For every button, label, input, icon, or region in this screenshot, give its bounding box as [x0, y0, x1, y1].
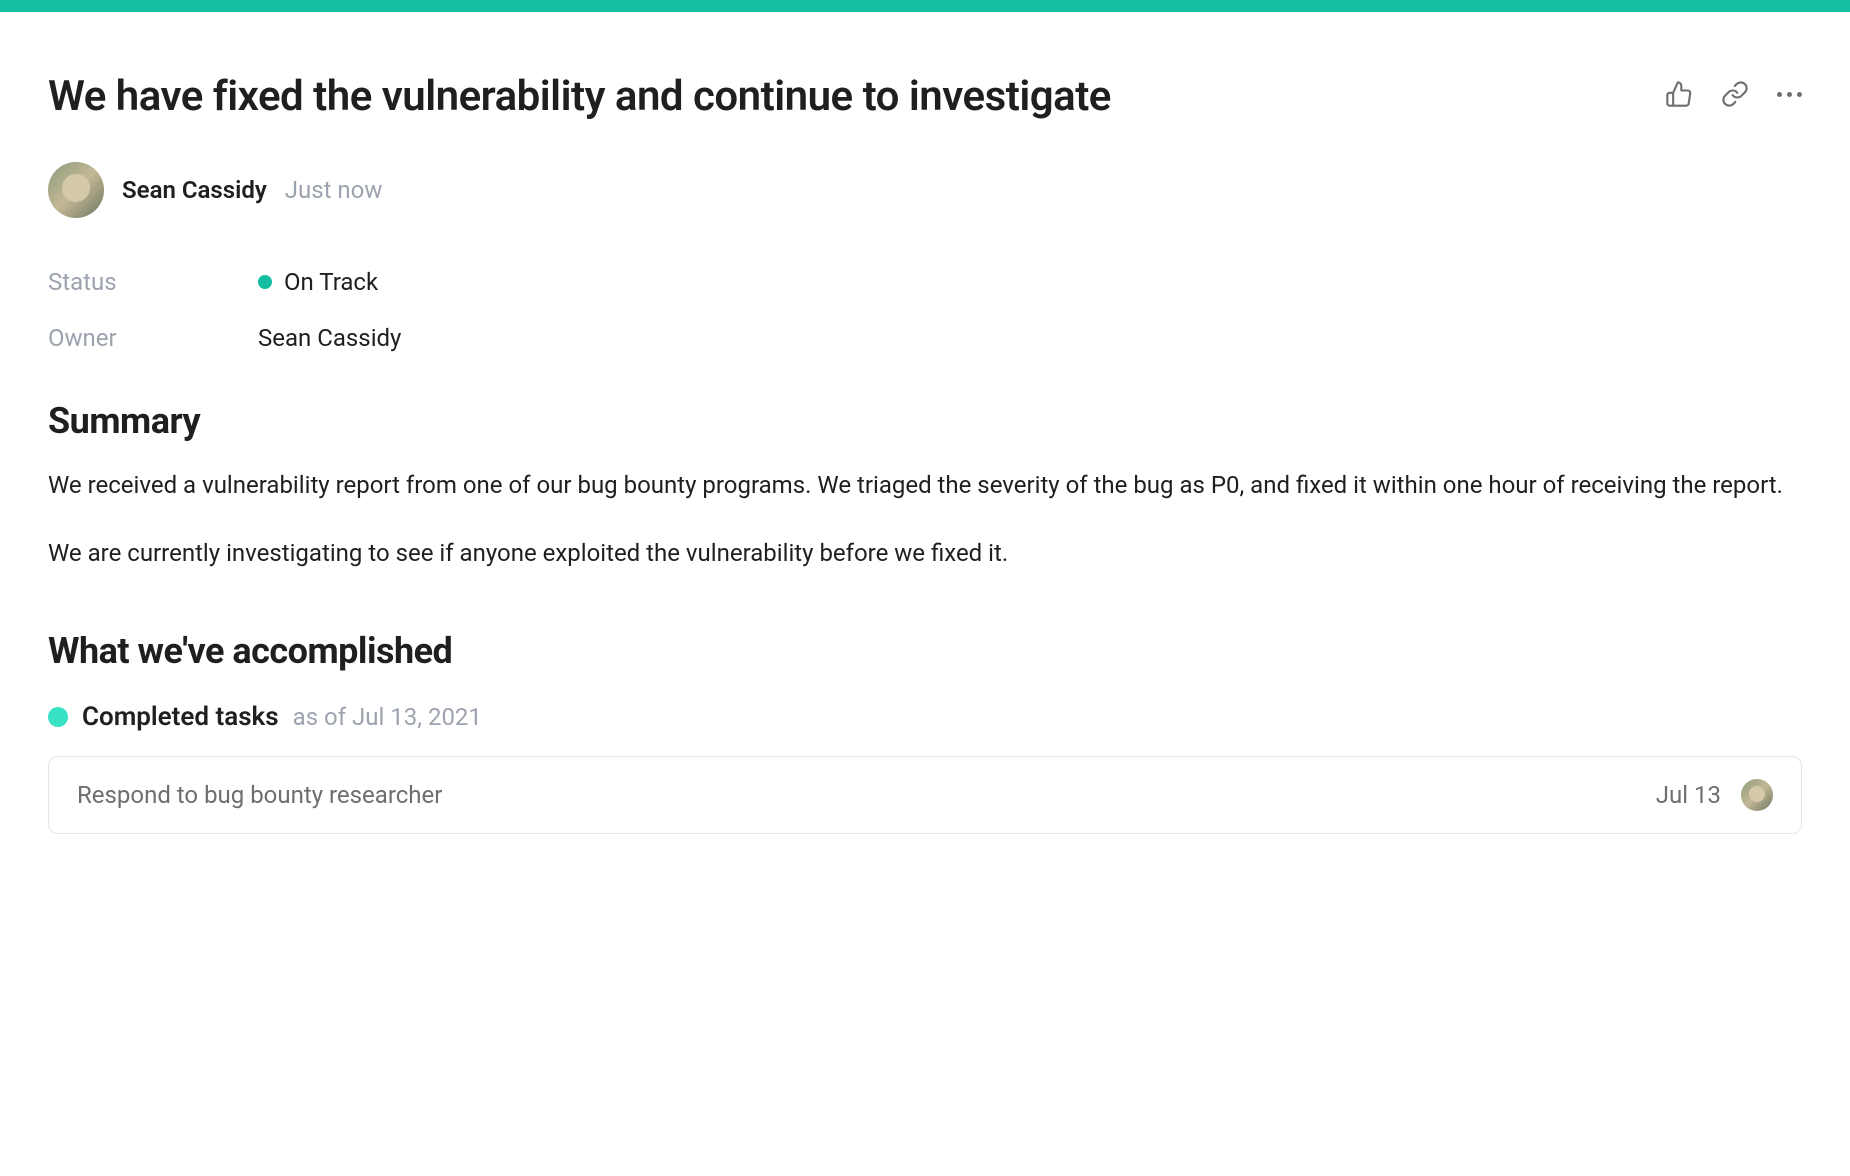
- more-options-button[interactable]: [1777, 92, 1802, 97]
- summary-paragraph-1: We received a vulnerability report from …: [48, 466, 1802, 506]
- post-timestamp: Just now: [285, 176, 383, 204]
- accomplished-heading: What we've accomplished: [48, 630, 1802, 672]
- top-accent-bar: [0, 0, 1850, 12]
- completed-dot-icon: [48, 707, 68, 727]
- thumbs-up-icon: [1665, 80, 1693, 108]
- like-button[interactable]: [1665, 80, 1693, 108]
- status-text: On Track: [284, 268, 378, 296]
- dots-icon: [1777, 92, 1782, 97]
- author-row: Sean Cassidy Just now: [48, 162, 1802, 218]
- status-dot-icon: [258, 275, 272, 289]
- header-row: We have fixed the vulnerability and cont…: [48, 72, 1802, 122]
- completed-tasks-label: Completed tasks: [82, 702, 279, 732]
- meta-table: Status On Track Owner Sean Cassidy: [48, 268, 1802, 352]
- task-title: Respond to bug bounty researcher: [77, 781, 442, 809]
- author-name: Sean Cassidy: [122, 176, 267, 204]
- owner-label: Owner: [48, 324, 258, 352]
- status-row: Status On Track: [48, 268, 1802, 296]
- status-value[interactable]: On Track: [258, 268, 378, 296]
- task-assignee-avatar[interactable]: [1741, 779, 1773, 811]
- owner-row: Owner Sean Cassidy: [48, 324, 1802, 352]
- summary-paragraph-2: We are currently investigating to see if…: [48, 534, 1802, 574]
- main-content: We have fixed the vulnerability and cont…: [0, 12, 1850, 874]
- completed-tasks-header: Completed tasks as of Jul 13, 2021: [48, 702, 1802, 732]
- page-title: We have fixed the vulnerability and cont…: [48, 72, 1111, 122]
- author-avatar[interactable]: [48, 162, 104, 218]
- task-date: Jul 13: [1656, 781, 1721, 809]
- link-icon: [1721, 80, 1749, 108]
- summary-heading: Summary: [48, 400, 1802, 442]
- accomplished-section: What we've accomplished Completed tasks …: [48, 630, 1802, 834]
- completed-tasks-date: as of Jul 13, 2021: [293, 703, 482, 731]
- copy-link-button[interactable]: [1721, 80, 1749, 108]
- header-actions: [1665, 80, 1802, 108]
- task-row[interactable]: Respond to bug bounty researcher Jul 13: [48, 756, 1802, 834]
- status-label: Status: [48, 268, 258, 296]
- task-meta: Jul 13: [1656, 779, 1773, 811]
- owner-value[interactable]: Sean Cassidy: [258, 324, 401, 352]
